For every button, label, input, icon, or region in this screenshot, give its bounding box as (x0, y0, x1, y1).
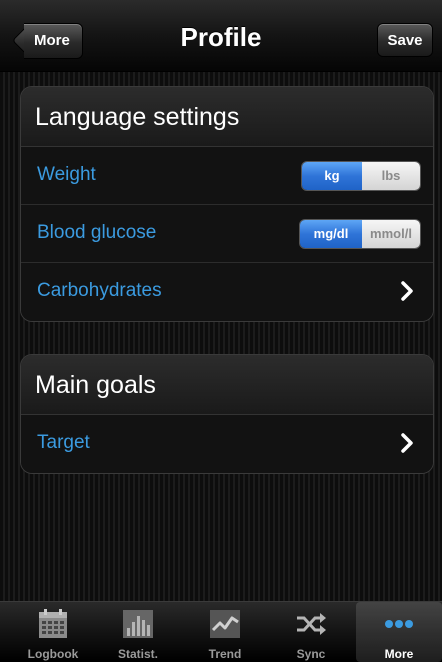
section-header-language-settings: Language settings (21, 87, 433, 147)
tab-trend-label: Trend (208, 647, 242, 661)
chevron-right-icon (401, 433, 413, 453)
chevron-right-icon (401, 281, 413, 301)
glucose-mmoll-option[interactable]: mmol/l (362, 220, 420, 248)
target-row[interactable]: Target (21, 415, 433, 473)
tab-sync-label: Sync (296, 647, 326, 661)
tab-more-label: More (384, 647, 414, 661)
tab-trend[interactable]: Trend (182, 602, 268, 662)
weight-kg-option[interactable]: kg (302, 162, 362, 190)
weight-unit-segmented-control: kg lbs (301, 161, 421, 191)
shuffle-icon (297, 613, 326, 635)
tab-sync[interactable]: Sync (268, 602, 354, 662)
tab-statist-label: Statist. (117, 647, 158, 661)
trend-line-icon (210, 610, 240, 638)
blood-glucose-unit-segmented-control: mg/dl mmol/l (299, 219, 421, 249)
tab-logbook-label: Logbook (27, 647, 79, 661)
carbohydrates-label: Carbohydrates (37, 280, 162, 301)
content-area: Language settings Weight kg lbs Blood gl… (0, 72, 442, 601)
save-button[interactable]: Save (377, 23, 433, 57)
glucose-mgdl-option[interactable]: mg/dl (300, 220, 362, 248)
bar-chart-icon (123, 610, 153, 638)
tab-bar: Logbook Statist. Trend Sync More (0, 601, 442, 662)
blood-glucose-row: Blood glucose mg/dl mmol/l (21, 205, 433, 263)
tab-logbook[interactable]: Logbook (10, 602, 96, 662)
carbohydrates-row[interactable]: Carbohydrates (21, 263, 433, 321)
weight-label: Weight (37, 164, 96, 185)
weight-lbs-option[interactable]: lbs (362, 162, 420, 190)
tab-more[interactable]: More (356, 602, 442, 662)
target-label: Target (37, 432, 90, 453)
calendar-icon (39, 609, 67, 638)
weight-row: Weight kg lbs (21, 147, 433, 205)
tab-statist[interactable]: Statist. (95, 602, 181, 662)
page-title: Profile (180, 22, 262, 52)
section-header-main-goals: Main goals (21, 355, 433, 415)
language-settings-group: Language settings Weight kg lbs Blood gl… (20, 86, 434, 322)
blood-glucose-label: Blood glucose (37, 222, 157, 243)
main-goals-group: Main goals Target (20, 354, 434, 474)
navigation-bar: More Profile Save (0, 0, 442, 72)
more-dots-icon (385, 620, 413, 628)
